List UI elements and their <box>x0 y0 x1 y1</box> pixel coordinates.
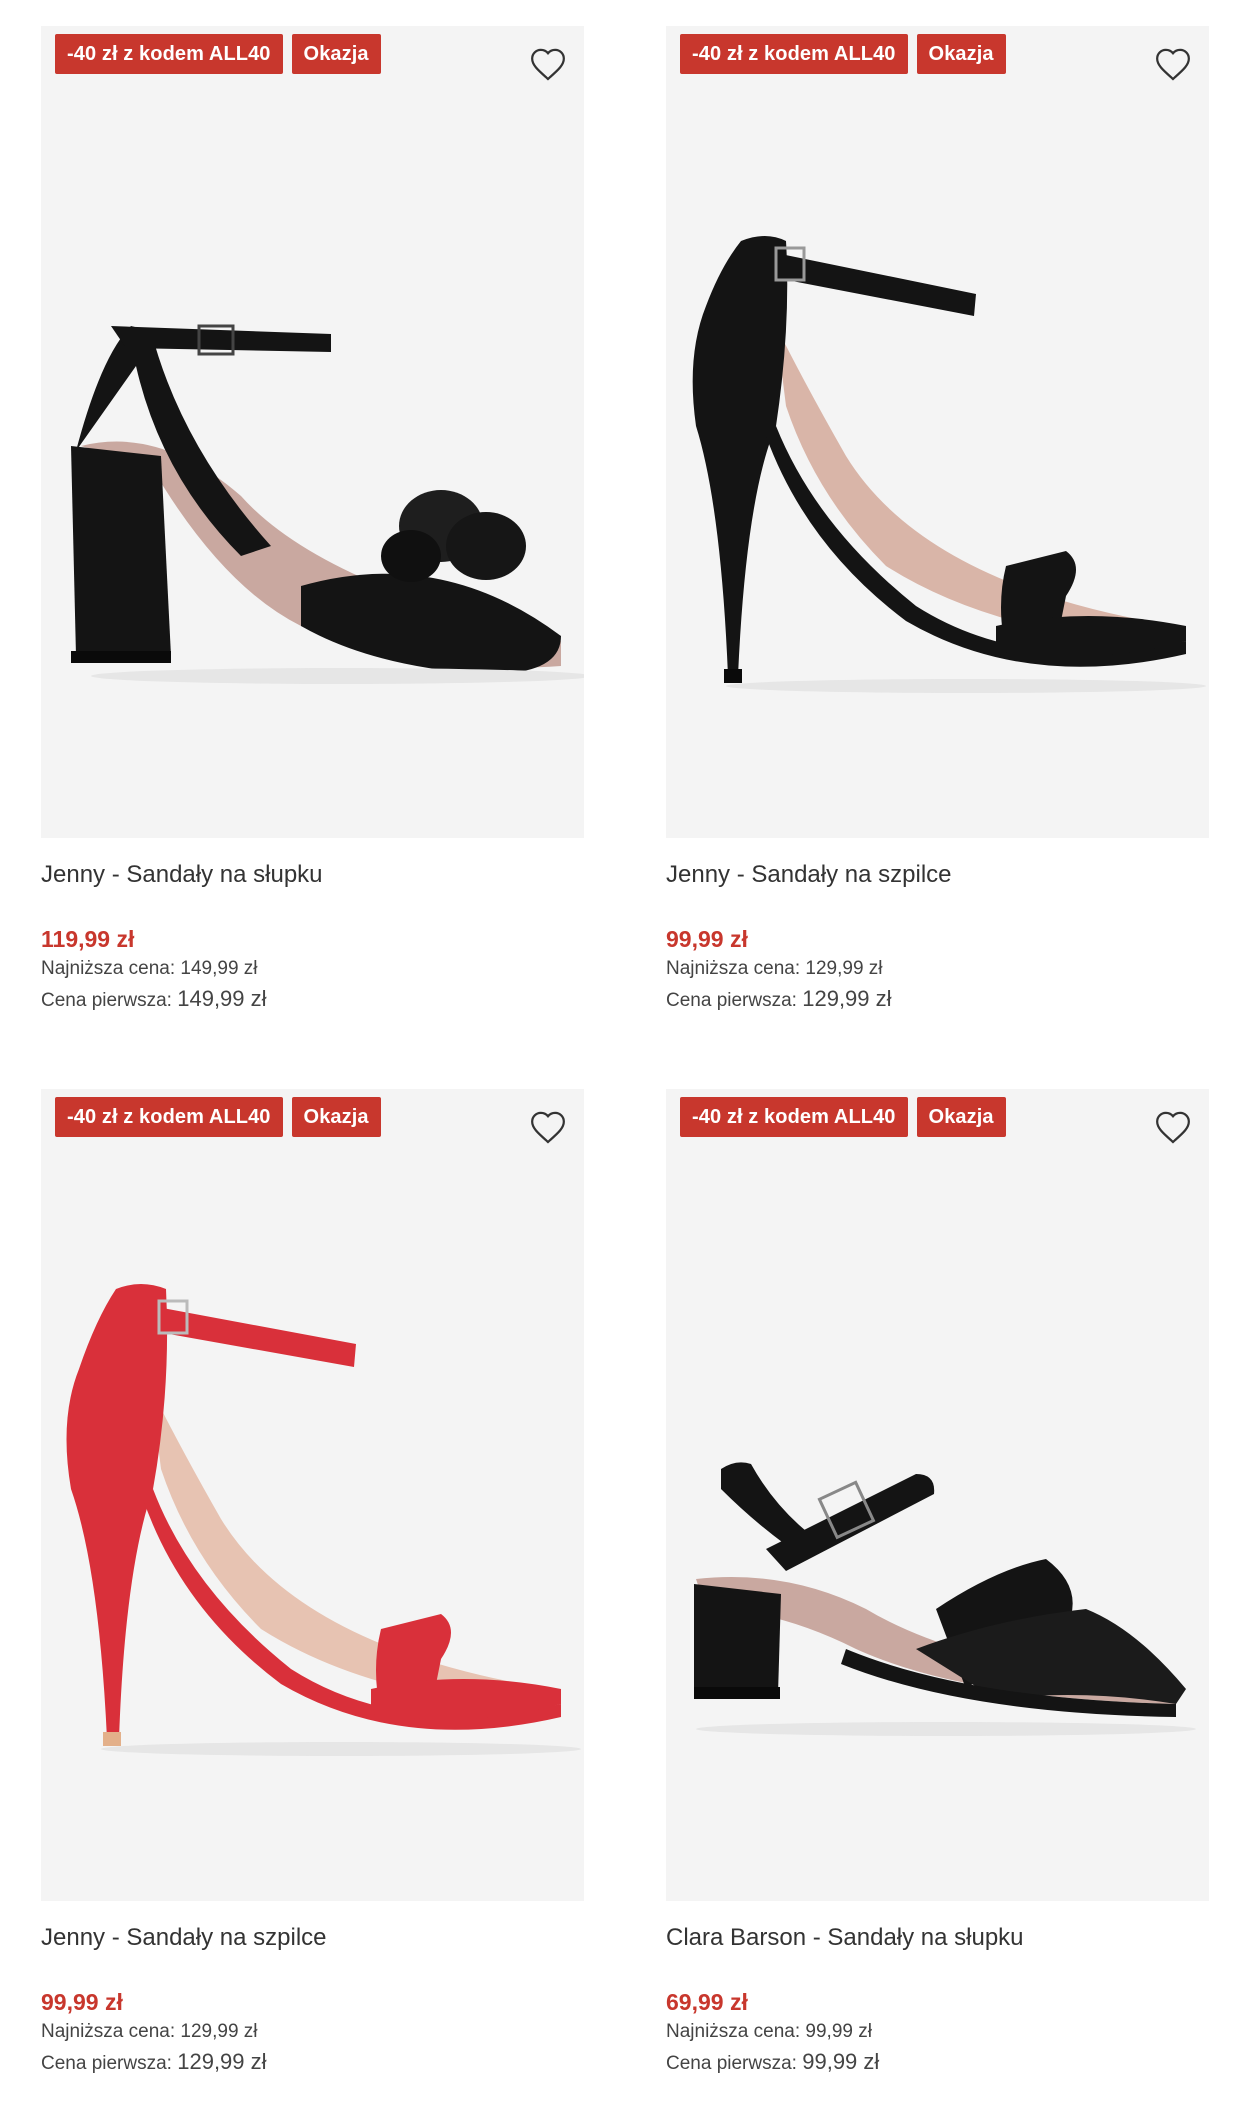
first-price-row: Cena pierwsza: 129,99 zł <box>41 2047 584 2079</box>
product-name[interactable]: Jenny - Sandały na szpilce <box>41 1919 584 1957</box>
first-price-label: Cena pierwsza: <box>41 2053 172 2074</box>
product-price: 119,99 zł <box>41 926 135 952</box>
deal-badge: Okazja <box>916 34 1006 74</box>
first-price-row: Cena pierwsza: 129,99 zł <box>666 984 1209 1016</box>
sandal-block-heel-bow-image <box>71 324 584 684</box>
product-image[interactable]: -40 zł z kodem ALL40 Okazja <box>666 1089 1209 1901</box>
heart-outline-icon[interactable] <box>528 1107 568 1147</box>
product-grid: -40 zł z kodem ALL40 Okazja Jenny - Sand… <box>0 0 1250 2123</box>
lowest-price-label: Najniższa cena: <box>666 2021 801 2042</box>
lowest-price-row: Najniższa cena: 99,99 zł <box>666 2017 1209 2047</box>
product-image[interactable]: -40 zł z kodem ALL40 Okazja <box>41 1089 584 1901</box>
lowest-price-label: Najniższa cena: <box>41 958 176 979</box>
first-price-value: 149,99 zł <box>177 986 267 1011</box>
first-price-value: 99,99 zł <box>802 2049 880 2074</box>
badges: -40 zł z kodem ALL40 Okazja <box>55 34 381 74</box>
first-price-label: Cena pierwsza: <box>666 990 797 1011</box>
deal-badge: Okazja <box>291 34 381 74</box>
heart-outline-icon[interactable] <box>1153 1107 1193 1147</box>
promo-code-badge: -40 zł z kodem ALL40 <box>680 1097 908 1137</box>
lowest-price-label: Najniższa cena: <box>41 2021 176 2042</box>
first-price-label: Cena pierwsza: <box>41 990 172 1011</box>
promo-code-badge: -40 zł z kodem ALL40 <box>55 1097 283 1137</box>
first-price-row: Cena pierwsza: 149,99 zł <box>41 984 584 1016</box>
lowest-price-row: Najniższa cena: 129,99 zł <box>41 2017 584 2047</box>
product-card[interactable]: -40 zł z kodem ALL40 Okazja Jenny - Sand… <box>666 26 1209 1016</box>
product-card[interactable]: -40 zł z kodem ALL40 Okazja Clara Barson… <box>666 1089 1209 2079</box>
lowest-price-row: Najniższa cena: 129,99 zł <box>666 954 1209 984</box>
promo-code-badge: -40 zł z kodem ALL40 <box>680 34 908 74</box>
lowest-price-value: 99,99 zł <box>805 2021 872 2042</box>
first-price-value: 129,99 zł <box>802 986 892 1011</box>
product-price: 99,99 zł <box>41 1989 123 2015</box>
heart-outline-icon[interactable] <box>1153 44 1193 84</box>
product-card[interactable]: -40 zł z kodem ALL40 Okazja Jenny - Sand… <box>41 1089 584 2079</box>
first-price-label: Cena pierwsza: <box>666 2053 797 2074</box>
lowest-price-label: Najniższa cena: <box>666 958 801 979</box>
lowest-price-value: 129,99 zł <box>805 958 883 979</box>
product-price: 99,99 zł <box>666 926 748 952</box>
badges: -40 zł z kodem ALL40 Okazja <box>680 1097 1006 1137</box>
sandal-stiletto-red-image <box>66 1284 581 1756</box>
promo-code-badge: -40 zł z kodem ALL40 <box>55 34 283 74</box>
product-name[interactable]: Clara Barson - Sandały na słupku <box>666 1919 1209 1957</box>
lowest-price-value: 129,99 zł <box>180 2021 258 2042</box>
heart-outline-icon[interactable] <box>528 44 568 84</box>
product-image[interactable]: -40 zł z kodem ALL40 Okazja <box>666 26 1209 838</box>
product-image[interactable]: -40 zł z kodem ALL40 Okazja <box>41 26 584 838</box>
deal-badge: Okazja <box>916 1097 1006 1137</box>
first-price-row: Cena pierwsza: 99,99 zł <box>666 2047 1209 2079</box>
deal-badge: Okazja <box>291 1097 381 1137</box>
lowest-price-value: 149,99 zł <box>180 958 258 979</box>
first-price-value: 129,99 zł <box>177 2049 267 2074</box>
sandal-stiletto-black-image <box>692 236 1206 693</box>
badges: -40 zł z kodem ALL40 Okazja <box>55 1097 381 1137</box>
product-card[interactable]: -40 zł z kodem ALL40 Okazja Jenny - Sand… <box>41 26 584 1016</box>
product-name[interactable]: Jenny - Sandały na szpilce <box>666 856 1209 894</box>
product-name[interactable]: Jenny - Sandały na słupku <box>41 856 584 894</box>
sandal-block-heel-cross-image <box>694 1462 1196 1736</box>
lowest-price-row: Najniższa cena: 149,99 zł <box>41 954 584 984</box>
badges: -40 zł z kodem ALL40 Okazja <box>680 34 1006 74</box>
product-price: 69,99 zł <box>666 1989 748 2015</box>
